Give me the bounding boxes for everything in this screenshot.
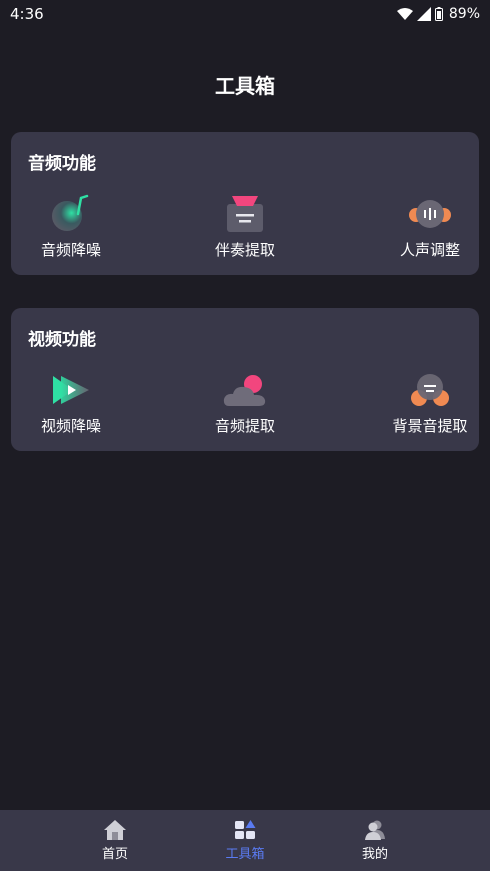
audio-denoise-label: 音频降噪: [40, 241, 101, 259]
vocal-adjust-icon: [408, 194, 452, 234]
home-icon: [104, 820, 126, 840]
tab-home-label: 首页: [101, 847, 128, 862]
page-title: 工具箱: [215, 74, 275, 98]
audio-extract-icon: [223, 370, 267, 410]
audio-denoise-icon: [49, 194, 93, 234]
status-icons: 89%: [396, 6, 480, 22]
accompaniment-extract-label: 伴奏提取: [214, 241, 275, 259]
video-denoise-label: 视频降噪: [40, 417, 101, 435]
vocal-adjust-tool[interactable]: 人声调整: [370, 194, 490, 264]
background-sound-extract-tool[interactable]: 背景音提取: [370, 370, 490, 440]
tab-toolbox[interactable]: 工具箱: [200, 810, 290, 871]
tab-mine[interactable]: 我的: [330, 810, 420, 871]
toolbox-icon: [235, 820, 256, 839]
tab-mine-label: 我的: [361, 847, 388, 862]
audio-section-card: 音频功能 音频降噪 伴奏提取 人声调整: [11, 132, 479, 275]
video-denoise-icon: [49, 370, 93, 410]
video-section-title: 视频功能: [28, 330, 96, 350]
signal-icon: [416, 7, 431, 21]
status-bar: 4:36 89%: [0, 0, 490, 28]
background-sound-extract-icon: [408, 370, 452, 410]
tab-toolbox-label: 工具箱: [225, 847, 265, 862]
audio-extract-tool[interactable]: 音频提取: [185, 370, 305, 440]
audio-extract-label: 音频提取: [214, 417, 275, 435]
wifi-icon: [396, 7, 413, 20]
tab-home[interactable]: 首页: [70, 810, 160, 871]
video-denoise-tool[interactable]: 视频降噪: [11, 370, 131, 440]
bottom-tab-bar: 首页 工具箱 我的: [0, 810, 490, 871]
audio-denoise-tool[interactable]: 音频降噪: [11, 194, 131, 264]
vocal-adjust-label: 人声调整: [399, 241, 460, 259]
background-sound-extract-label: 背景音提取: [392, 417, 468, 435]
battery-percent: 89%: [448, 6, 480, 22]
user-icon: [365, 820, 385, 840]
status-time: 4:36: [10, 5, 44, 23]
accompaniment-extract-icon: [223, 194, 267, 234]
accompaniment-extract-tool[interactable]: 伴奏提取: [185, 194, 305, 264]
audio-section-title: 音频功能: [28, 154, 96, 174]
battery-icon: [434, 7, 443, 21]
video-section-card: 视频功能 视频降噪 音频提取 背景音提取: [11, 308, 479, 451]
